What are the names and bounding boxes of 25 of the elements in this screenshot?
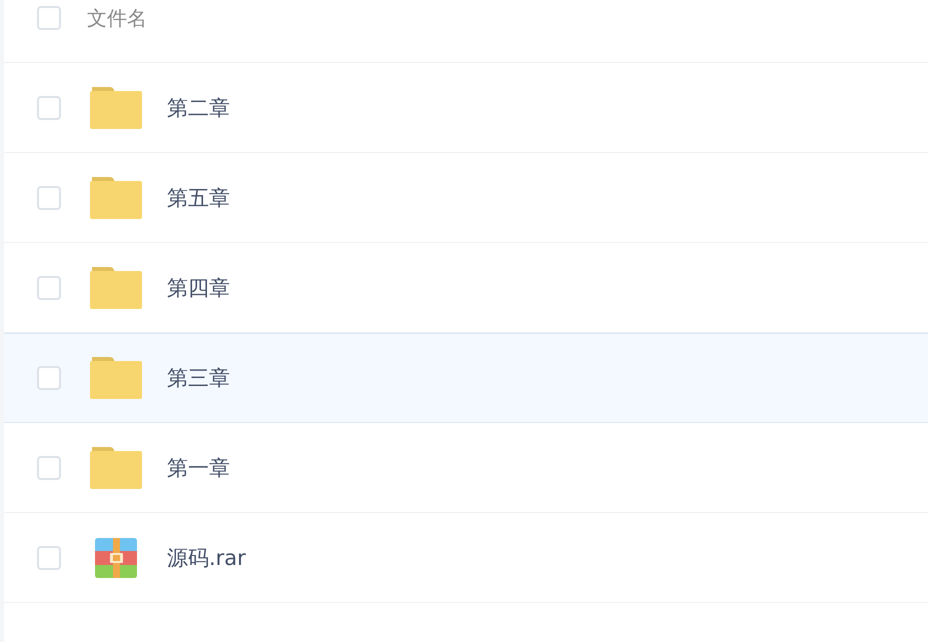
file-name: 第一章 — [167, 454, 230, 482]
folder-icon — [90, 86, 142, 128]
file-name: 源码.rar — [167, 544, 246, 572]
row-checkbox[interactable] — [37, 366, 61, 390]
folder-icon — [90, 446, 142, 488]
select-all-checkbox[interactable] — [37, 6, 61, 30]
file-row[interactable]: 第二章 — [4, 63, 928, 153]
file-name: 第五章 — [167, 184, 230, 212]
row-checkbox[interactable] — [37, 546, 61, 570]
folder-icon — [90, 266, 142, 308]
row-checkbox[interactable] — [37, 96, 61, 120]
file-row[interactable]: 第一章 — [4, 423, 928, 513]
file-row[interactable]: 第三章 — [4, 333, 928, 423]
archive-icon — [95, 538, 137, 578]
file-name: 第四章 — [167, 274, 230, 302]
row-checkbox[interactable] — [37, 186, 61, 210]
column-header: 文件名 — [87, 4, 147, 32]
folder-icon — [90, 176, 142, 218]
folder-icon — [90, 357, 142, 399]
row-checkbox[interactable] — [37, 456, 61, 480]
file-name: 第二章 — [167, 94, 230, 122]
row-checkbox[interactable] — [37, 276, 61, 300]
file-row[interactable]: 源码.rar — [4, 513, 928, 603]
file-row[interactable]: 第五章 — [4, 153, 928, 243]
file-name: 第三章 — [167, 365, 230, 392]
